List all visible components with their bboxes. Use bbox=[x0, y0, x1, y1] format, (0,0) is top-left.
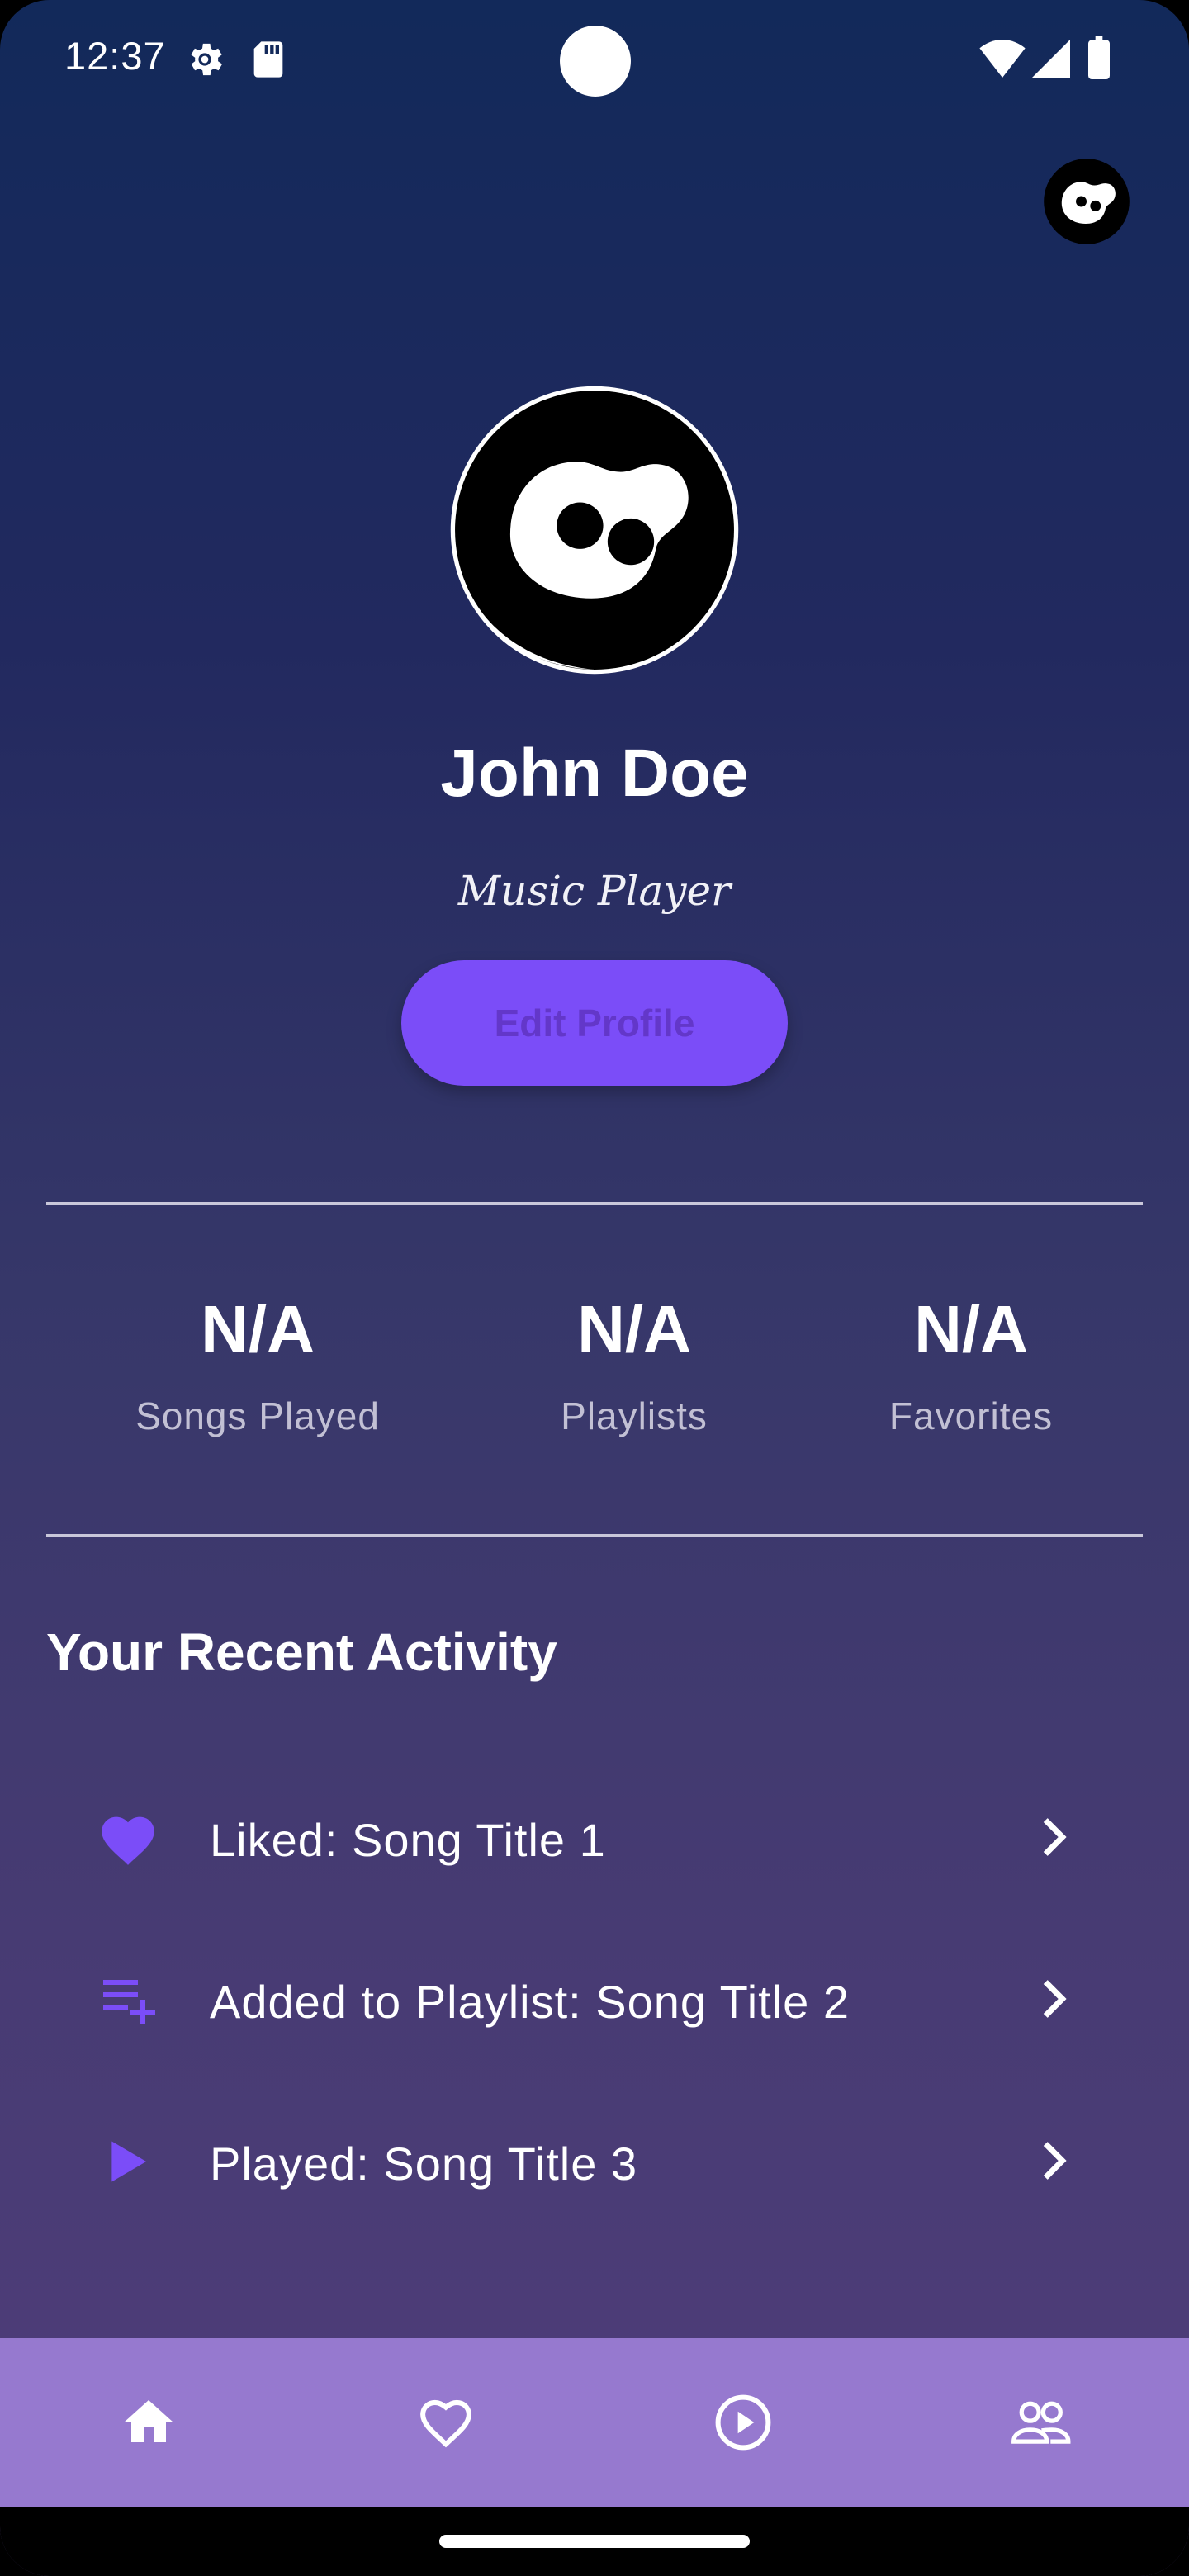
chevron-right-icon bbox=[1024, 1970, 1082, 2028]
stat-songs-played: N/A Songs Played bbox=[76, 1288, 439, 1438]
activity-item-added-to-playlist[interactable]: Added to Playlist: Song Title 2 bbox=[0, 1919, 1189, 2081]
chevron-right-icon bbox=[1024, 2132, 1082, 2190]
profile-screen: 12:37 John Doe Music Player Edit Profile… bbox=[0, 0, 1189, 2576]
app-logo-avatar-icon bbox=[450, 386, 739, 675]
play-circle-icon bbox=[715, 2394, 771, 2451]
nav-people[interactable] bbox=[892, 2338, 1189, 2507]
stat-value: N/A bbox=[201, 1292, 315, 1366]
bottom-navigation bbox=[0, 2338, 1189, 2507]
front-camera bbox=[560, 26, 631, 97]
chevron-right-icon bbox=[1024, 1808, 1082, 1866]
gesture-handle[interactable] bbox=[439, 2535, 750, 2548]
recent-activity-title: Your Recent Activity bbox=[46, 1622, 557, 1682]
status-bar: 12:37 bbox=[0, 0, 1189, 116]
stat-label: Favorites bbox=[888, 1395, 1054, 1437]
settings-gear-icon bbox=[183, 38, 226, 85]
header-avatar-button[interactable] bbox=[1042, 157, 1131, 246]
home-icon bbox=[124, 2400, 173, 2442]
nav-favorites[interactable] bbox=[297, 2338, 594, 2507]
sd-card-icon bbox=[249, 38, 287, 85]
stat-value: N/A bbox=[914, 1292, 1028, 1366]
activity-text: Liked: Song Title 1 bbox=[210, 1814, 606, 1866]
divider-top bbox=[46, 1202, 1143, 1205]
activity-item-played[interactable]: Played: Song Title 3 bbox=[0, 2081, 1189, 2242]
nav-home[interactable] bbox=[0, 2338, 297, 2507]
heart-outline-icon bbox=[420, 2399, 471, 2448]
status-time: 12:37 bbox=[64, 34, 166, 78]
activity-item-liked[interactable]: Liked: Song Title 1 bbox=[0, 1757, 1189, 1919]
people-icon bbox=[1011, 2401, 1071, 2444]
profile-subtitle: Music Player bbox=[457, 867, 732, 915]
stat-label: Songs Played bbox=[135, 1395, 380, 1437]
playlist-add-icon bbox=[91, 1967, 165, 2033]
wifi-icon bbox=[979, 40, 1026, 82]
battery-icon bbox=[1088, 36, 1110, 83]
stat-favorites: N/A Favorites bbox=[822, 1288, 1120, 1438]
heart-icon bbox=[91, 1805, 165, 1871]
app-logo-avatar-icon bbox=[1044, 159, 1130, 244]
activity-text: Played: Song Title 3 bbox=[210, 2138, 638, 2190]
profile-name: John Doe bbox=[440, 736, 749, 811]
cellular-signal-icon bbox=[1032, 40, 1070, 82]
activity-text: Added to Playlist: Song Title 2 bbox=[210, 1976, 850, 2028]
nav-player[interactable] bbox=[594, 2338, 892, 2507]
stat-label: Playlists bbox=[561, 1395, 708, 1437]
profile-avatar bbox=[449, 385, 740, 675]
divider-bottom bbox=[46, 1534, 1143, 1537]
stat-playlists: N/A Playlists bbox=[486, 1288, 783, 1438]
edit-profile-button[interactable]: Edit Profile bbox=[401, 960, 788, 1086]
play-icon bbox=[91, 2129, 165, 2195]
stat-value: N/A bbox=[577, 1292, 691, 1366]
